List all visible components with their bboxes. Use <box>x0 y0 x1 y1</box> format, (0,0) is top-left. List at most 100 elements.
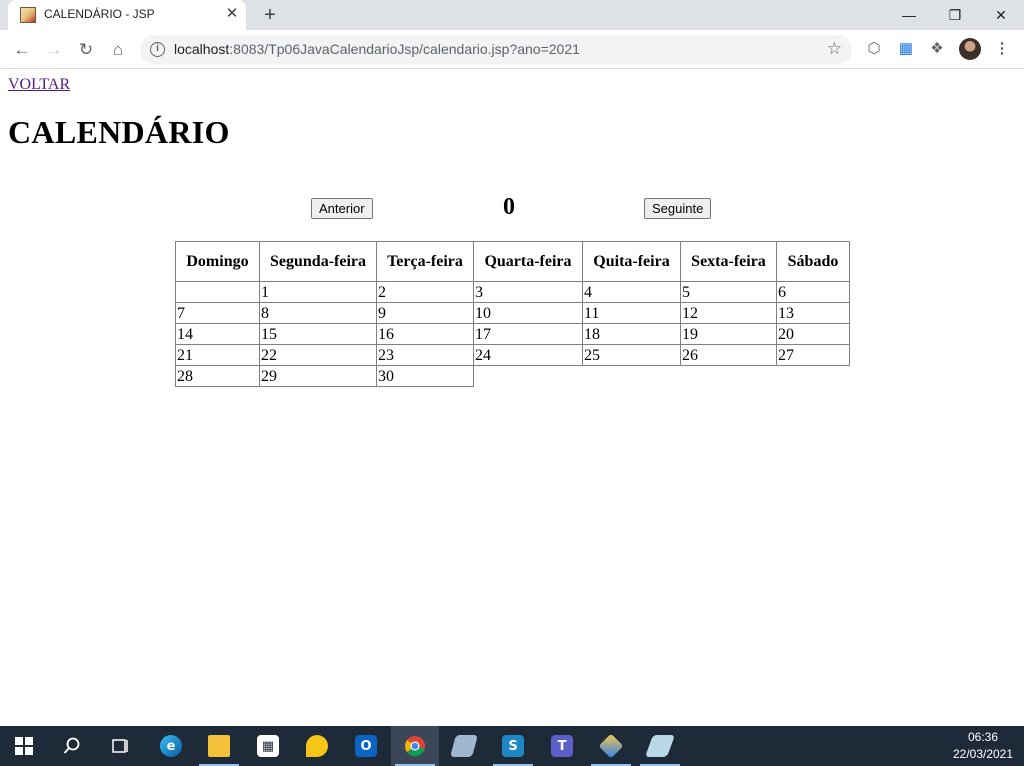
day-cell: 12 <box>680 302 777 324</box>
url-path: :8083/Tp06JavaCalendarioJsp/calendario.j… <box>229 41 580 57</box>
teams-icon: T <box>551 735 573 757</box>
edge-icon: e <box>160 735 182 757</box>
taskbar-app-s[interactable]: S <box>489 726 537 766</box>
day-cell: 11 <box>582 302 681 324</box>
browser-toolbar: ← → ↻ ⌂ i localhost:8083/Tp06JavaCalenda… <box>0 30 1024 69</box>
empty-cell <box>777 366 850 387</box>
day-cell <box>175 281 260 303</box>
day-cell: 2 <box>376 281 474 303</box>
extension-shield-icon[interactable]: ⬡ <box>864 39 884 59</box>
url-host: localhost <box>174 41 230 57</box>
close-window-icon[interactable]: ✕ <box>978 0 1024 30</box>
day-cell: 9 <box>376 302 474 324</box>
pen-icon <box>644 735 676 757</box>
puzzle-icon[interactable]: ❖ <box>927 39 947 59</box>
day-cell: 22 <box>259 344 377 366</box>
page-content: VOLTAR CALENDÁRIO Anterior 0 Seguinte Do… <box>0 70 1024 726</box>
new-tab-button[interactable]: + <box>258 3 282 27</box>
home-icon[interactable]: ⌂ <box>106 38 130 62</box>
taskbar-app-pen[interactable] <box>636 726 684 766</box>
chrome-icon <box>405 736 425 757</box>
anterior-button[interactable]: Anterior <box>311 198 373 219</box>
task-view-icon <box>112 739 128 753</box>
cube-icon <box>598 733 624 759</box>
taskbar-chrome[interactable] <box>391 726 439 766</box>
day-cell: 5 <box>680 281 777 303</box>
taskbar-edge[interactable]: e <box>147 726 195 766</box>
header-terca: Terça-feira <box>376 241 474 282</box>
empty-cell <box>681 366 777 387</box>
day-cell: 8 <box>259 302 377 324</box>
profile-avatar[interactable] <box>959 38 981 60</box>
calendar-week-row: 7 8 9 10 11 12 13 <box>175 302 850 324</box>
day-cell: 4 <box>582 281 681 303</box>
header-domingo: Domingo <box>175 241 260 282</box>
day-cell: 26 <box>680 344 777 366</box>
day-cell: 18 <box>582 323 681 345</box>
calendar-week-row: 14 15 16 17 18 19 20 <box>175 323 850 345</box>
taskbar-app-cube[interactable] <box>587 726 635 766</box>
taskbar-store[interactable]: ▦ <box>244 726 292 766</box>
calendar-table: Domingo Segunda-feira Terça-feira Quarta… <box>175 241 850 387</box>
day-cell: 3 <box>473 281 583 303</box>
day-cell: 7 <box>175 302 260 324</box>
calendar-week-row: 1 2 3 4 5 6 <box>175 281 850 303</box>
forward-icon[interactable]: → <box>42 38 66 62</box>
day-cell: 15 <box>259 323 377 345</box>
calendar-header-row: Domingo Segunda-feira Terça-feira Quarta… <box>175 241 850 282</box>
start-button[interactable] <box>0 726 48 766</box>
header-sexta: Sexta-feira <box>680 241 777 282</box>
taskbar-file-explorer[interactable] <box>195 726 243 766</box>
calendar-week-row: 21 22 23 24 25 26 27 <box>175 344 850 366</box>
system-clock[interactable]: 06:36 22/03/2021 <box>948 729 1018 763</box>
day-cell: 30 <box>376 365 474 387</box>
grid-extension-icon[interactable]: ▦ <box>896 39 916 59</box>
taskbar-app-yellow[interactable] <box>293 726 341 766</box>
clock-time: 06:36 <box>967 730 999 744</box>
windows-icon <box>15 737 33 755</box>
day-cell: 23 <box>376 344 474 366</box>
page-title: CALENDÁRIO <box>8 114 230 150</box>
search-button[interactable] <box>48 726 96 766</box>
favicon-icon <box>20 7 36 23</box>
header-sabado: Sábado <box>776 241 850 282</box>
day-cell: 24 <box>473 344 583 366</box>
folder-icon <box>208 735 230 757</box>
minimize-icon[interactable]: — <box>886 0 932 30</box>
day-cell: 27 <box>776 344 850 366</box>
seguinte-button[interactable]: Seguinte <box>644 198 712 219</box>
taskbar-teams[interactable]: T <box>538 726 586 766</box>
address-bar[interactable]: i localhost:8083/Tp06JavaCalendarioJsp/c… <box>140 35 852 64</box>
reload-icon[interactable]: ↻ <box>74 38 98 62</box>
header-segunda: Segunda-feira <box>259 241 377 282</box>
day-cell: 20 <box>776 323 850 345</box>
day-cell: 13 <box>776 302 850 324</box>
day-cell: 19 <box>680 323 777 345</box>
notes-icon <box>450 735 478 757</box>
empty-cell <box>474 366 583 387</box>
taskbar-app-notes[interactable] <box>440 726 488 766</box>
star-icon[interactable]: ☆ <box>827 39 842 59</box>
day-cell: 28 <box>175 365 260 387</box>
info-icon[interactable]: i <box>150 42 165 57</box>
tab-close-icon[interactable]: ✕ <box>224 6 240 22</box>
browser-tab[interactable]: CALENDÁRIO - JSP ✕ <box>8 0 246 30</box>
app-yellow-icon <box>306 735 328 757</box>
taskbar-outlook[interactable]: O <box>342 726 390 766</box>
taskbar: e ▦ O S T 06:36 22/03/2021 <box>0 726 1024 766</box>
search-icon <box>63 737 80 754</box>
task-view-button[interactable] <box>96 726 144 766</box>
menu-icon[interactable]: ⋮ <box>992 39 1012 59</box>
back-icon[interactable]: ← <box>10 38 34 62</box>
url-text[interactable]: localhost:8083/Tp06JavaCalendarioJsp/cal… <box>174 41 580 57</box>
day-cell: 10 <box>473 302 583 324</box>
tab-title: CALENDÁRIO - JSP <box>44 7 155 21</box>
calendar-week-row: 28 29 30 <box>175 365 850 387</box>
clock-date: 22/03/2021 <box>952 747 1014 761</box>
voltar-link[interactable]: VOLTAR <box>8 76 70 94</box>
day-cell: 17 <box>473 323 583 345</box>
s-app-icon: S <box>502 735 524 757</box>
day-cell: 14 <box>175 323 260 345</box>
restore-icon[interactable]: ❐ <box>932 0 978 30</box>
year-value: 0 <box>503 194 515 220</box>
